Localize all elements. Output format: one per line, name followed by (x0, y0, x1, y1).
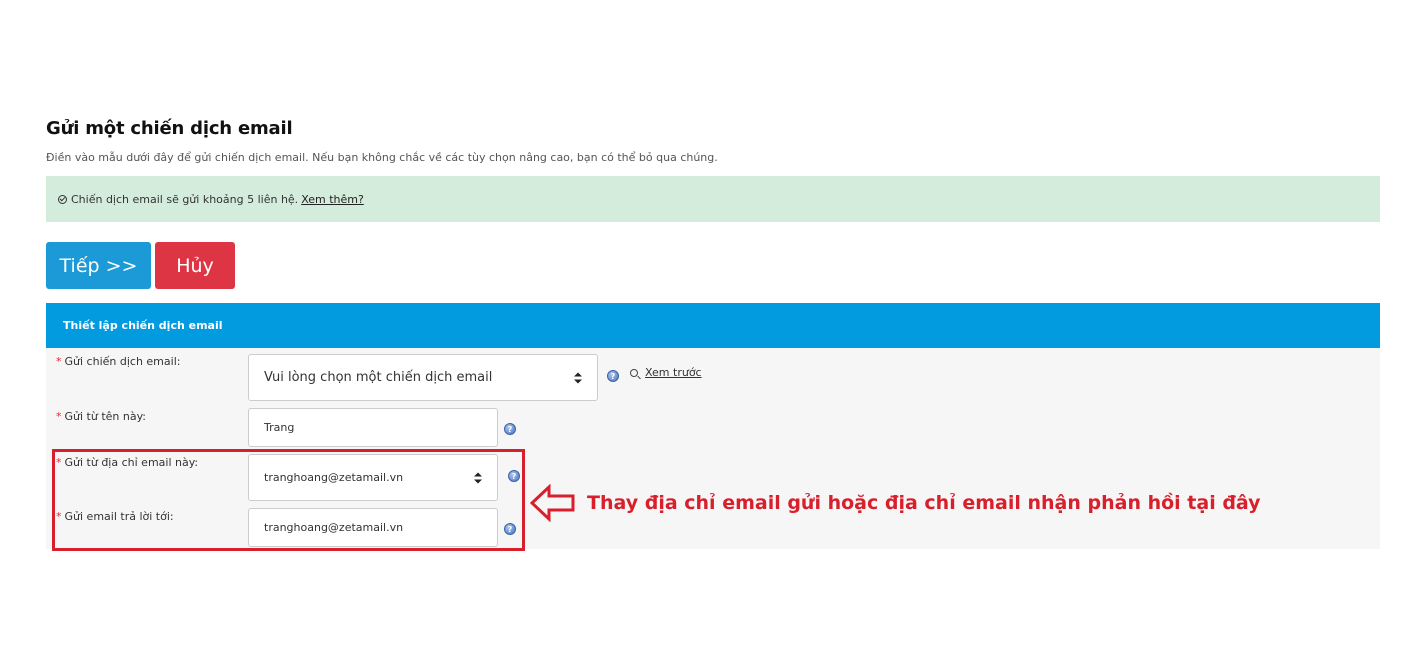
select-arrows-icon (574, 372, 582, 383)
info-alert: Chiến dịch email sẽ gửi khoảng 5 liên hệ… (46, 176, 1380, 222)
help-icon[interactable]: ? (607, 370, 619, 382)
from-name-value: Trang (264, 421, 295, 434)
arrow-left-icon (530, 484, 575, 522)
cancel-button[interactable]: Hủy (155, 242, 235, 289)
highlight-box (52, 449, 525, 551)
required-mark: * (56, 410, 62, 423)
preview-link[interactable]: Xem trước (630, 366, 702, 379)
check-circle-icon (58, 194, 67, 204)
preview-label: Xem trước (645, 366, 702, 379)
from-name-label: * Gửi từ tên này: (56, 410, 146, 423)
panel-header: Thiết lập chiến dịch email (46, 303, 1380, 348)
from-name-label-text: Gửi từ tên này: (64, 410, 147, 423)
campaign-select-value: Vui lòng chọn một chiến dịch email (264, 370, 493, 385)
campaign-label-text: Gửi chiến dịch email: (64, 355, 181, 368)
see-more-link[interactable]: Xem thêm? (301, 193, 364, 206)
next-button[interactable]: Tiếp >> (46, 242, 151, 289)
panel-title: Thiết lập chiến dịch email (63, 319, 223, 332)
help-icon[interactable]: ? (504, 423, 516, 435)
required-mark: * (56, 355, 62, 368)
campaign-select[interactable]: Vui lòng chọn một chiến dịch email (248, 354, 598, 401)
zoom-in-icon (630, 368, 638, 377)
from-name-input[interactable]: Trang (248, 408, 498, 447)
page-title: Gửi một chiến dịch email (46, 118, 293, 139)
annotation-text: Thay địa chỉ email gửi hoặc địa chỉ emai… (587, 492, 1261, 514)
page-subtitle: Điền vào mẫu dưới đây để gửi chiến dịch … (46, 151, 718, 164)
alert-text: Chiến dịch email sẽ gửi khoảng 5 liên hệ… (71, 192, 299, 206)
campaign-label: * Gửi chiến dịch email: (56, 355, 180, 368)
